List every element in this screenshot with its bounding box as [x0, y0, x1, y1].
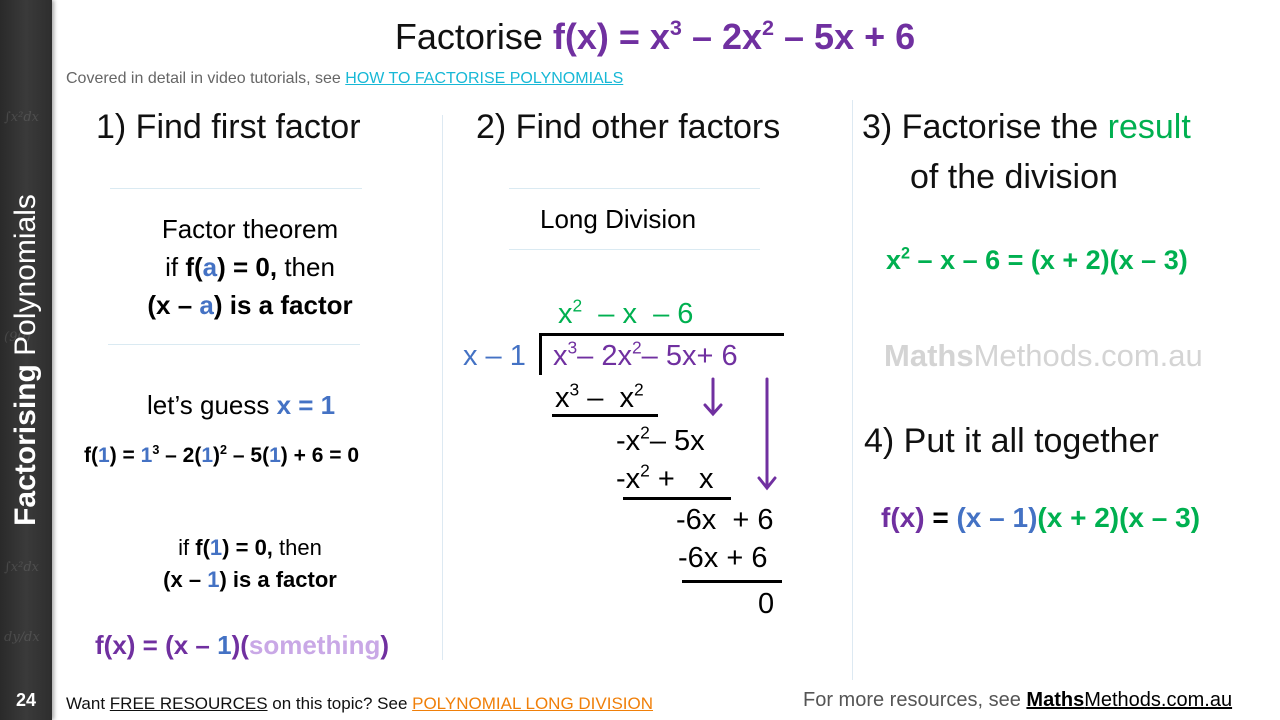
divisor: x – 1 [463, 340, 526, 372]
divider [509, 249, 760, 250]
divider [509, 188, 760, 189]
watermark-logo: MathsMethods.com.au [884, 338, 1203, 373]
conclusion: if f(1) = 0, then (x – 1) is a factor [163, 535, 337, 592]
division-rule [623, 497, 731, 500]
page-title: Factorise f(x) = x3 – 2x2 – 5x + 6 [394, 14, 916, 57]
quotient: x2 – x – 6 [558, 295, 694, 330]
site-link[interactable]: MathsMethods.com.au [1026, 689, 1232, 711]
footer-resources: Want FREE RESOURCES on this topic? See P… [66, 694, 654, 713]
column-divider [852, 100, 853, 680]
step1-heading: 1) Find first factor [96, 108, 361, 146]
method-label: Long Division [540, 204, 697, 234]
division-rule [682, 580, 782, 583]
partial-factorisation: f(x) = (x – 1)(something) [95, 630, 390, 660]
remainder: 0 [758, 588, 775, 620]
division-row: -x2– 5x [616, 422, 705, 457]
final-factorisation: f(x) = (x – 1)(x + 2)(x – 3) [881, 502, 1201, 533]
chalk-decoration: dy/dx [4, 630, 40, 645]
video-tutorial-link[interactable]: HOW TO FACTORISE POLYNOMIALS [345, 70, 623, 87]
step3-heading-line2: of the division [910, 158, 1118, 196]
footer-site: For more resources, see MathsMethods.com… [803, 689, 1233, 711]
long-division-link[interactable]: POLYNOMIAL LONG DIVISION [412, 694, 653, 713]
division-rule [552, 414, 658, 417]
division-bar [539, 333, 784, 336]
column-divider [442, 115, 443, 660]
division-bracket [539, 333, 542, 375]
division-row: x3 – x2 [555, 379, 644, 414]
page-number: 24 [15, 690, 37, 710]
chalk-decoration: ∫x²dx [4, 560, 39, 575]
step3-heading: 3) Factorise the result [862, 108, 1191, 146]
sidebar: ∫x²dx (90) ∫x²dx dy/dx Factorising Polyn… [0, 0, 52, 720]
division-row: -x2 + x [616, 460, 714, 495]
division-row: -6x + 6 [678, 542, 768, 574]
step2-heading: 2) Find other factors [476, 108, 781, 146]
evaluation-line: f(1) = 13 – 2(1)2 – 5(1) + 6 = 0 [84, 442, 359, 467]
quadratic-factorisation: x2 – x – 6 = (x + 2)(x – 3) [886, 244, 1188, 275]
subtitle: Covered in detail in video tutorials, se… [66, 70, 624, 87]
bring-down-arrows [703, 377, 777, 491]
chalk-decoration: ∫x²dx [4, 110, 39, 125]
factor-theorem: Factor theorem if f(a) = 0, then (x – a)… [147, 214, 353, 320]
guess-line: let’s guess x = 1 [147, 390, 336, 420]
divider [110, 188, 362, 189]
division-row: -6x + 6 [676, 504, 774, 536]
divider [108, 344, 360, 345]
sidebar-title: Factorising Polynomials [9, 194, 42, 526]
step4-heading: 4) Put it all together [864, 422, 1159, 460]
dividend: x3– 2x2– 5x+ 6 [553, 337, 738, 372]
